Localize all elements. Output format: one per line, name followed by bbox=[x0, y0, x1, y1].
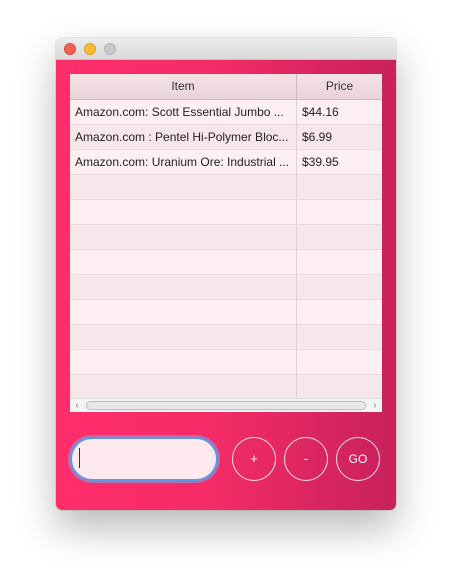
item-input[interactable] bbox=[70, 437, 218, 481]
horizontal-scrollbar[interactable]: ‹ › bbox=[70, 398, 382, 412]
remove-button[interactable]: - bbox=[284, 437, 328, 481]
item-cell bbox=[75, 225, 292, 249]
table-row[interactable] bbox=[70, 375, 382, 400]
price-cell: $39.95 bbox=[302, 155, 339, 169]
item-cell bbox=[75, 375, 292, 399]
price-cell bbox=[302, 175, 378, 199]
minimize-window-button[interactable] bbox=[84, 43, 96, 55]
table-row[interactable] bbox=[70, 350, 382, 375]
table-row[interactable] bbox=[70, 275, 382, 300]
price-cell bbox=[302, 200, 378, 224]
item-cell bbox=[75, 300, 292, 324]
price-cell bbox=[302, 375, 378, 399]
price-cell bbox=[302, 325, 378, 349]
add-button[interactable]: + bbox=[232, 437, 276, 481]
item-cell bbox=[75, 175, 292, 199]
column-header-price[interactable]: Price bbox=[297, 74, 382, 99]
table-row[interactable] bbox=[70, 250, 382, 275]
text-caret bbox=[79, 448, 80, 468]
price-cell bbox=[302, 225, 378, 249]
table-row[interactable] bbox=[70, 225, 382, 250]
item-cell: Amazon.com : Pentel Hi-Polymer Bloc... bbox=[75, 130, 289, 144]
title-bar[interactable] bbox=[56, 38, 396, 60]
table-row[interactable] bbox=[70, 200, 382, 225]
column-divider bbox=[296, 100, 297, 398]
table-row[interactable] bbox=[70, 175, 382, 200]
price-cell: $44.16 bbox=[302, 105, 339, 119]
table-row[interactable] bbox=[70, 325, 382, 350]
maximize-window-button[interactable] bbox=[104, 43, 116, 55]
price-cell bbox=[302, 350, 378, 374]
table-row[interactable]: Amazon.com : Pentel Hi-Polymer Bloc... $6… bbox=[70, 125, 382, 150]
column-header-item[interactable]: Item bbox=[70, 74, 297, 99]
table-row[interactable]: Amazon.com: Uranium Ore: Industrial ... $… bbox=[70, 150, 382, 175]
main-content: Item Price Amazon.com: Scott Essential J… bbox=[56, 60, 396, 510]
scroll-right-icon[interactable]: › bbox=[368, 399, 382, 412]
item-cell bbox=[75, 350, 292, 374]
table-row[interactable] bbox=[70, 300, 382, 325]
price-cell bbox=[302, 300, 378, 324]
items-table[interactable]: Item Price Amazon.com: Scott Essential J… bbox=[70, 74, 382, 412]
item-cell bbox=[75, 200, 292, 224]
go-button[interactable]: GO bbox=[336, 437, 380, 481]
item-cell bbox=[75, 275, 292, 299]
scrollbar-thumb[interactable] bbox=[86, 401, 366, 410]
item-cell bbox=[75, 325, 292, 349]
price-cell bbox=[302, 275, 378, 299]
close-window-button[interactable] bbox=[64, 43, 76, 55]
table-row[interactable]: Amazon.com: Scott Essential Jumbo ... $44… bbox=[70, 100, 382, 125]
item-cell: Amazon.com: Uranium Ore: Industrial ... bbox=[75, 155, 290, 169]
table-header: Item Price bbox=[70, 74, 382, 100]
scroll-left-icon[interactable]: ‹ bbox=[70, 399, 84, 412]
item-cell bbox=[75, 250, 292, 274]
item-cell: Amazon.com: Scott Essential Jumbo ... bbox=[75, 105, 284, 119]
app-window: Item Price Amazon.com: Scott Essential J… bbox=[56, 38, 396, 510]
table-body: Amazon.com: Scott Essential Jumbo ... $44… bbox=[70, 100, 382, 400]
price-cell: $6.99 bbox=[302, 130, 333, 144]
price-cell bbox=[302, 250, 378, 274]
